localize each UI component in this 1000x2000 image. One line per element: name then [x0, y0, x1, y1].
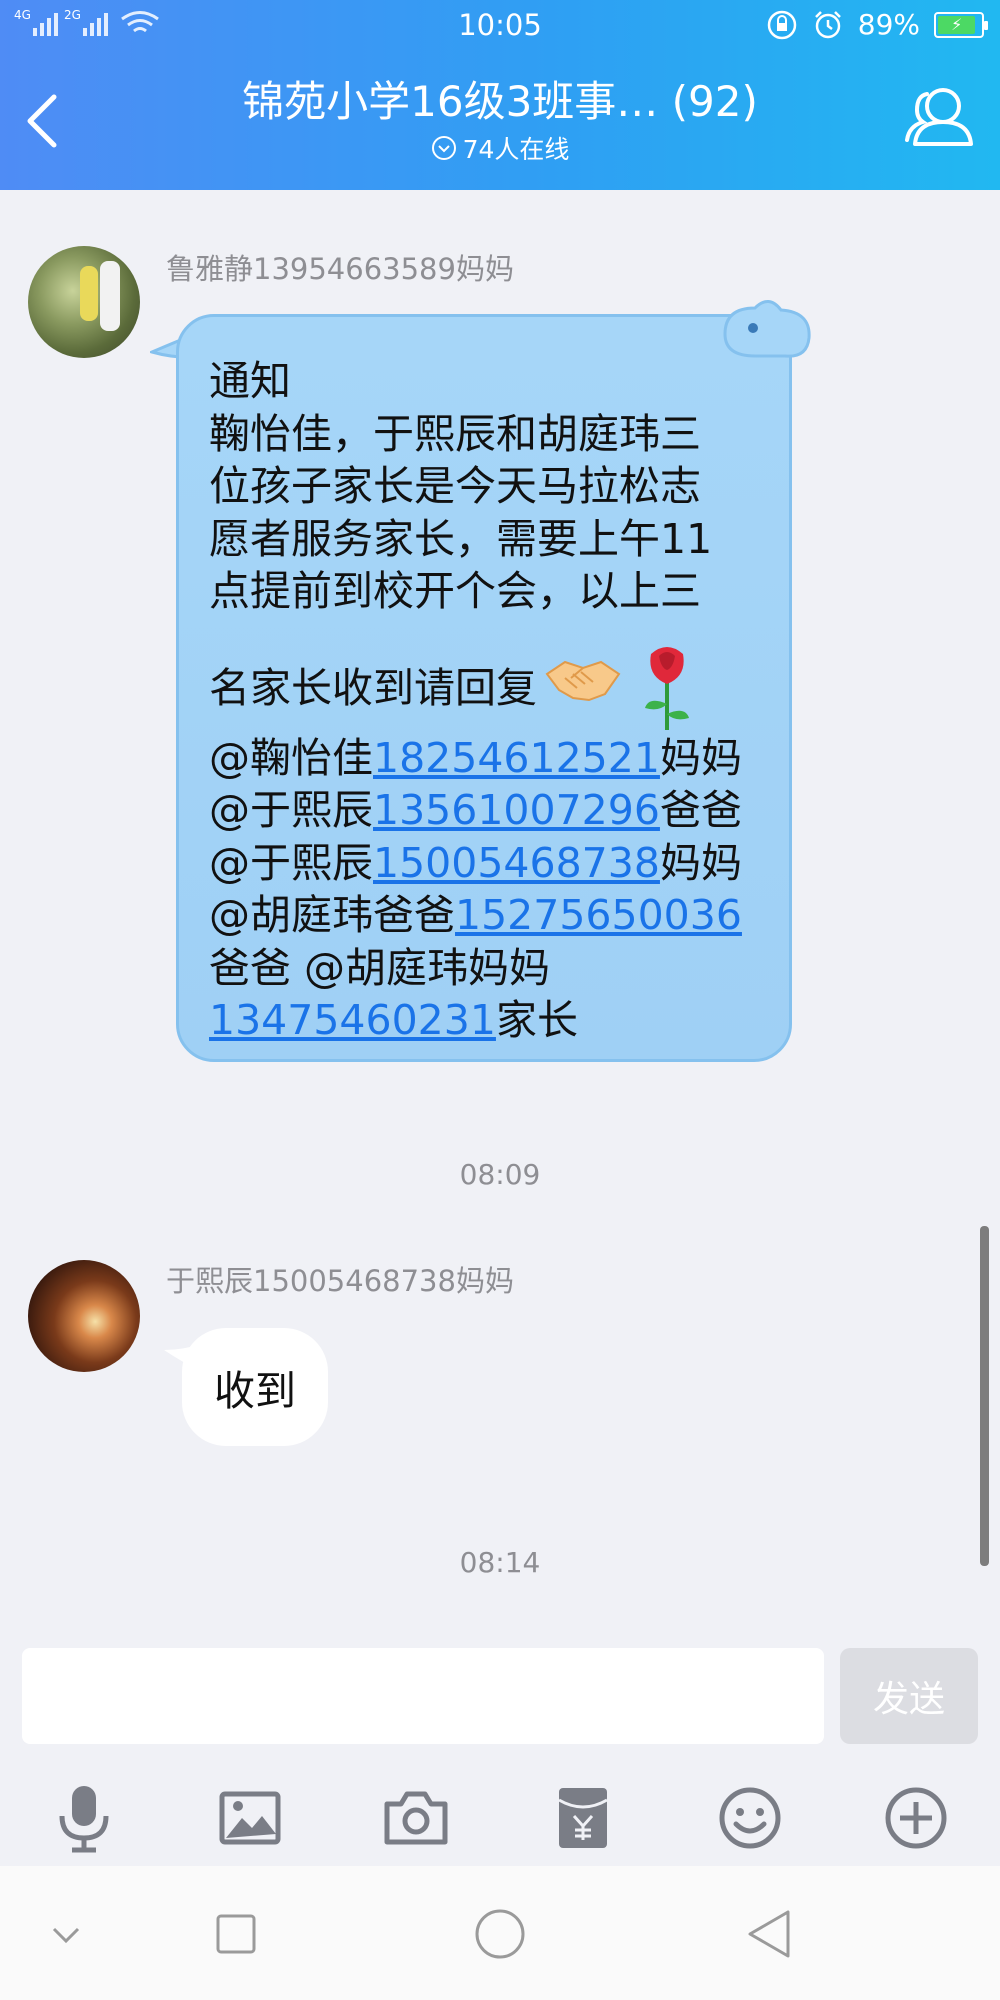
- timestamp: 08:09: [459, 1158, 541, 1191]
- message-line: 位孩子家长是今天马拉松志: [209, 462, 701, 510]
- handshake-emoji-icon: [545, 660, 621, 701]
- phone-link[interactable]: 18254612521: [373, 734, 660, 782]
- mention: @于熙辰: [209, 786, 373, 834]
- status-bar: 4G 2G 10:05 89% ⚡: [0, 0, 1000, 50]
- online-count[interactable]: 74人在线: [300, 130, 700, 166]
- message-text: 妈妈: [659, 733, 742, 782]
- square-icon[interactable]: [196, 1894, 276, 1974]
- online-count-label: 74人在线: [462, 135, 570, 164]
- message-line: @鞠怡佳18254612521妈妈: [209, 732, 769, 785]
- camera-icon[interactable]: [376, 1778, 456, 1858]
- phone-link[interactable]: 15275650036: [455, 891, 742, 939]
- composer: 发送: [0, 1630, 1000, 1865]
- message-line: 名家长收到请回复: [209, 642, 769, 732]
- message-line: 鞠怡佳，于熙辰和胡庭玮三: [209, 409, 701, 458]
- back-arrow-icon[interactable]: [18, 85, 68, 155]
- message-text: 妈妈: [659, 838, 742, 887]
- composer-toolbar: [0, 1778, 1000, 1858]
- sender-name[interactable]: 于熙辰15005468738妈妈: [166, 1258, 514, 1300]
- emoji-icon[interactable]: [710, 1778, 790, 1858]
- message-line: 点提前到校开个会，以上三: [209, 567, 701, 615]
- avatar-figure: [80, 266, 98, 321]
- send-button[interactable]: 发送: [840, 1648, 978, 1744]
- battery-icon: ⚡: [934, 11, 988, 38]
- phone-link[interactable]: 13561007296: [373, 786, 660, 834]
- message-text: 爸爸: [659, 786, 742, 834]
- chat-header: 4G 2G 10:05 89% ⚡ 锦苑小学16级3班事… (92) 74人在线: [0, 0, 1000, 190]
- system-nav-bar: [0, 1866, 1000, 2000]
- avatar[interactable]: [28, 246, 140, 358]
- scrollbar[interactable]: [980, 1226, 989, 1566]
- message-line: @于熙辰15005468738妈妈: [209, 837, 769, 890]
- avatar-figure: [100, 261, 120, 331]
- message-line: 爸爸 @胡庭玮妈妈: [209, 943, 551, 992]
- battery-percent: 89%: [857, 8, 920, 41]
- chevron-down-icon[interactable]: [26, 1894, 106, 1974]
- triangle-back-icon[interactable]: [730, 1894, 810, 1974]
- circle-icon[interactable]: [460, 1894, 540, 1974]
- plus-icon[interactable]: [876, 1778, 956, 1858]
- group-title[interactable]: 锦苑小学16级3班事… (92): [200, 68, 800, 129]
- lock-rotation-icon: [767, 10, 797, 39]
- sender-name[interactable]: 鲁雅静13954663589妈妈: [166, 246, 514, 288]
- message-text: 名家长收到请回复: [209, 663, 537, 712]
- alarm-icon: [814, 10, 841, 38]
- message-text: 家长: [495, 996, 578, 1044]
- message-line: @胡庭玮爸爸15275650036: [209, 889, 769, 942]
- bubble-decoration-icon: [723, 300, 811, 358]
- mention: @胡庭玮爸爸: [209, 891, 455, 939]
- red-packet-icon[interactable]: [543, 1778, 623, 1858]
- status-right: 89% ⚡: [766, 8, 988, 41]
- rose-emoji-icon: [645, 646, 689, 730]
- phone-link[interactable]: 13475460231: [209, 996, 496, 1044]
- message-bubble[interactable]: 通知 鞠怡佳，于熙辰和胡庭玮三 位孩子家长是今天马拉松志 愿者服务家长，需要上午…: [176, 314, 792, 1062]
- mention: @鞠怡佳: [209, 733, 373, 782]
- mention: @于熙辰: [209, 838, 373, 887]
- message-bubble[interactable]: 收到: [182, 1328, 328, 1446]
- image-icon[interactable]: [210, 1778, 290, 1858]
- message-list[interactable]: 鲁雅静13954663589妈妈 通知 鞠怡佳，于熙辰和胡庭玮三 位孩子家长是今…: [0, 190, 1000, 1630]
- timestamp: 08:14: [459, 1546, 541, 1579]
- message-line: @于熙辰13561007296爸爸: [209, 784, 769, 837]
- phone-link[interactable]: 15005468738: [373, 839, 660, 887]
- chevron-circle-icon: [431, 136, 456, 160]
- message-line: 通知: [209, 357, 291, 405]
- message-line: 13475460231家长: [209, 994, 769, 1047]
- microphone-icon[interactable]: [44, 1778, 124, 1858]
- group-members-icon[interactable]: [903, 82, 978, 152]
- message-input[interactable]: [22, 1648, 824, 1744]
- avatar[interactable]: [28, 1260, 140, 1372]
- message-line: 愿者服务家长，需要上午11: [209, 514, 713, 563]
